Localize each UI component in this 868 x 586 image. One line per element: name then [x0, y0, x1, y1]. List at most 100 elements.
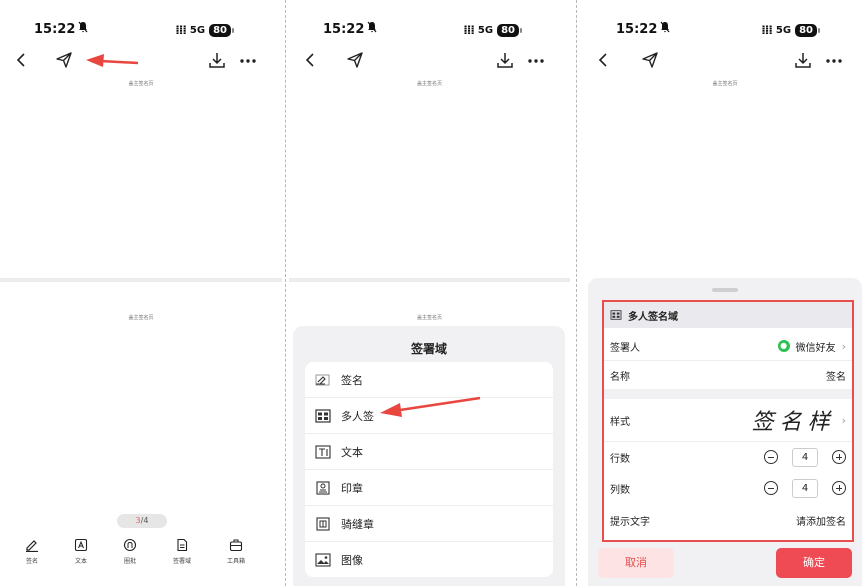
nav-bar — [582, 46, 868, 74]
list-item-image[interactable]: 图像 — [305, 542, 553, 577]
form-header: 多人签名域 — [604, 302, 852, 328]
status-bar: 15:22 ⁞⁞⁞ 5G 80 — [582, 21, 868, 42]
back-icon[interactable] — [12, 50, 32, 70]
tab-toolbox[interactable]: 工具箱 — [211, 538, 261, 565]
signature-style-preview: 签名样 — [751, 410, 836, 435]
tab-sign-field[interactable]: 签署域 — [157, 538, 207, 565]
text-box-icon — [74, 538, 88, 552]
multi-sign-form: 多人签名域 签署人 ● 微信好友 › 名称 签名 样式 签名样 › 行数 4 列… — [602, 300, 854, 542]
signal-icon: ⁞⁞⁞ — [175, 23, 187, 37]
hint-label: 提示文字 — [610, 516, 650, 528]
style-label: 样式 — [610, 416, 630, 428]
signal-icon: ⁞⁞⁞ — [463, 23, 475, 37]
send-icon[interactable] — [640, 50, 660, 70]
chevron-right-icon: › — [841, 339, 846, 353]
tab-label: 圈批 — [123, 558, 136, 565]
list-item-label: 多人签 — [341, 409, 374, 423]
signal-group: ⁞⁞⁞ 5G 80 — [175, 23, 234, 37]
tab-signature[interactable]: 签名 — [7, 538, 57, 565]
battery-icon: 80 — [209, 23, 231, 37]
plus-icon[interactable] — [832, 450, 846, 464]
download-icon[interactable] — [207, 50, 227, 70]
nav-bar — [0, 46, 282, 74]
action-buttons: 取消 确定 — [582, 548, 868, 578]
signal-icon: ⁞⁞⁞ — [761, 23, 773, 37]
minus-icon[interactable] — [764, 481, 778, 495]
tab-annotate[interactable]: 圈批 — [105, 538, 155, 565]
hint-row[interactable]: 提示文字 请添加签名 — [604, 505, 852, 535]
name-row[interactable]: 名称 签名 — [604, 361, 852, 389]
battery-tip — [232, 27, 234, 33]
back-icon[interactable] — [594, 50, 614, 70]
drag-handle[interactable] — [712, 288, 738, 292]
status-time: 15:22 — [323, 22, 365, 37]
list-item-label: 印章 — [341, 481, 363, 495]
signer-label: 签署人 — [610, 342, 640, 354]
cancel-button[interactable]: 取消 — [598, 548, 674, 578]
wechat-icon: ● — [777, 340, 790, 352]
tab-label: 签名 — [25, 558, 38, 565]
signal-group: ⁞⁞⁞ 5G 80 — [463, 23, 522, 37]
sign-field-icon — [177, 538, 188, 552]
status-bar: 15:22 ⁞⁞⁞ 5G 80 — [289, 21, 570, 42]
network-label: 5G — [189, 24, 206, 36]
status-time: 15:22 — [34, 22, 76, 37]
hint-value: 请添加签名 — [796, 516, 846, 528]
battery-icon: 80 — [795, 23, 817, 37]
panel-separator — [576, 0, 577, 586]
page-total: /4 — [140, 516, 149, 525]
tab-label: 文本 — [74, 558, 87, 565]
style-row[interactable]: 样式 签名样 › — [604, 399, 852, 442]
signer-value: 微信好友 — [795, 342, 836, 354]
tab-label: 工具箱 — [226, 558, 245, 565]
status-time: 15:22 — [616, 22, 658, 37]
bell-mute-icon — [78, 21, 88, 33]
confirm-button[interactable]: 确定 — [776, 548, 852, 578]
screen-document-view: 15:22 ⁞⁞⁞ 5G 80 盖主签名页 盖主签名页 3/4 签名 文本 圈批 签… — [0, 0, 282, 586]
page-header: 盖主签名页 — [128, 81, 154, 87]
rows-input[interactable]: 4 — [792, 447, 818, 467]
name-label: 名称 — [610, 371, 630, 383]
download-icon[interactable] — [495, 50, 515, 70]
more-icon[interactable] — [526, 58, 546, 64]
pen-icon — [26, 540, 38, 552]
form-title: 多人签名域 — [628, 311, 678, 323]
list-item-signature[interactable]: 签名 — [305, 362, 553, 398]
list-item-label: 文本 — [341, 445, 363, 459]
toolbox-icon — [229, 539, 243, 552]
tab-text[interactable]: 文本 — [56, 538, 106, 565]
signer-row[interactable]: 签署人 ● 微信好友 › — [604, 332, 852, 361]
network-label: 5G — [477, 24, 494, 36]
list-item-label: 骑缝章 — [341, 517, 374, 531]
text-field-icon — [315, 444, 331, 459]
screen-sign-field-menu: 15:22 ⁞⁞⁞ 5G 80 盖主签名页 盖主签名页 签署域 签名 多人签 文本 — [289, 0, 570, 586]
list-item-seam-seal[interactable]: 骑缝章 — [305, 506, 553, 542]
name-value: 签名 — [826, 371, 846, 383]
send-icon[interactable] — [54, 50, 74, 70]
list-item-seal[interactable]: 印章 — [305, 470, 553, 506]
signal-group: ⁞⁞⁞ 5G 80 — [761, 23, 820, 37]
minus-icon[interactable] — [764, 450, 778, 464]
cols-input[interactable]: 4 — [792, 478, 818, 498]
list-item-multi-sign[interactable]: 多人签 — [305, 398, 553, 434]
cols-row: 列数 4 — [604, 473, 852, 503]
status-bar: 15:22 ⁞⁞⁞ 5G 80 — [0, 21, 282, 42]
rows-label: 行数 — [610, 453, 630, 465]
screen-multi-sign-settings: 15:22 ⁞⁞⁞5G80 盖主签名页 多人签名域 签署人 ● 微信好友 › — [582, 0, 868, 586]
plus-icon[interactable] — [832, 481, 846, 495]
signature-icon — [315, 374, 330, 385]
section-gap — [604, 389, 852, 399]
download-icon[interactable] — [793, 50, 813, 70]
more-icon[interactable] — [824, 58, 844, 64]
sign-field-list: 签名 多人签 文本 印章 骑缝章 图像 — [305, 362, 553, 577]
battery-tip — [520, 27, 522, 33]
back-icon[interactable] — [301, 50, 321, 70]
seam-seal-icon — [316, 516, 330, 531]
list-item-text[interactable]: 文本 — [305, 434, 553, 470]
send-icon[interactable] — [345, 50, 365, 70]
annotate-icon — [123, 538, 137, 552]
more-icon[interactable] — [238, 58, 258, 64]
sheet-title: 签署域 — [410, 342, 447, 356]
cols-label: 列数 — [610, 484, 630, 496]
nav-bar — [289, 46, 570, 74]
